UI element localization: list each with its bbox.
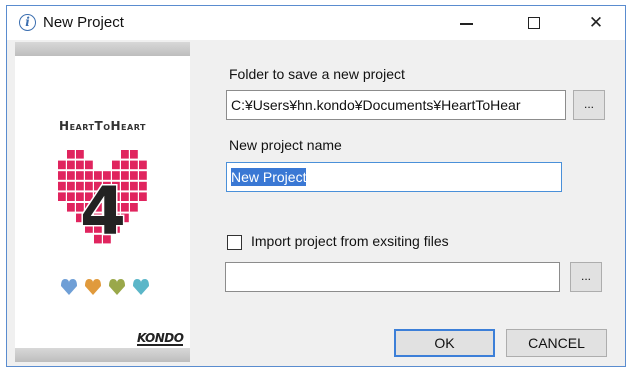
logo-digit: 4 — [80, 173, 126, 250]
close-icon: ✕ — [588, 13, 604, 32]
import-path-field[interactable] — [225, 262, 560, 292]
title-bar[interactable]: i New Project ✕ — [7, 6, 625, 40]
window-title: New Project — [43, 14, 124, 31]
browse-import-button[interactable]: ... — [570, 262, 602, 292]
folder-label: Folder to save a new project — [229, 66, 405, 82]
brand-name: HeartToHeart — [59, 119, 146, 133]
maximize-icon — [528, 17, 540, 29]
heart-logo-icon: 4 — [58, 150, 147, 252]
folder-path-field[interactable]: C:¥Users¥hn.kondo¥Documents¥HeartToHear — [226, 90, 566, 120]
project-name-selected-text: New Project — [231, 168, 307, 186]
ok-button[interactable]: OK — [394, 329, 495, 357]
mini-heart-icon — [109, 279, 125, 295]
colored-hearts-icon — [61, 279, 149, 295]
minimize-button[interactable] — [443, 6, 489, 40]
import-label[interactable]: Import project from exsiting files — [251, 233, 449, 249]
company-logo: KONDO — [137, 331, 184, 346]
close-button[interactable]: ✕ — [573, 6, 619, 40]
new-project-dialog: i New Project ✕ HeartToHeart 4 KONDO Fol… — [6, 5, 626, 367]
project-name-label: New project name — [229, 137, 342, 153]
maximize-button[interactable] — [511, 6, 557, 40]
banner-bottom-strip — [15, 348, 190, 362]
import-checkbox[interactable] — [227, 235, 242, 250]
project-name-field[interactable]: New Project — [226, 162, 562, 192]
product-banner: HeartToHeart 4 KONDO — [15, 42, 190, 362]
minimize-icon — [459, 23, 473, 25]
banner-top-strip — [15, 42, 190, 56]
mini-heart-icon — [133, 279, 149, 295]
mini-heart-icon — [85, 279, 101, 295]
mini-heart-icon — [61, 279, 77, 295]
browse-folder-button[interactable]: ... — [573, 90, 605, 120]
info-icon: i — [19, 14, 36, 31]
cancel-button[interactable]: CANCEL — [506, 329, 607, 357]
